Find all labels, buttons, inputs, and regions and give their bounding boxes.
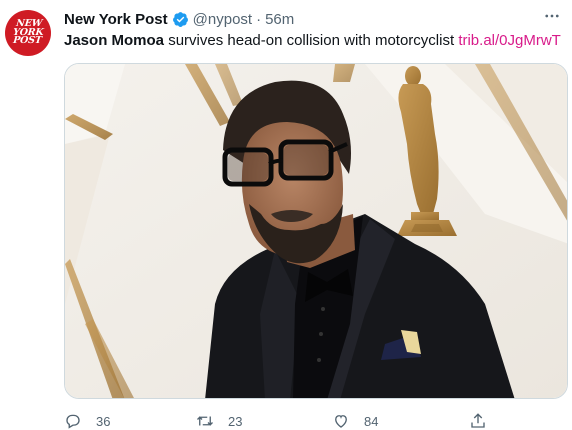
tweet-header: New York Post @nypost · 56m xyxy=(64,9,294,29)
like-button[interactable]: 84 xyxy=(332,412,378,430)
share-icon xyxy=(471,413,485,428)
reply-count: 36 xyxy=(96,413,111,429)
author-handle[interactable]: @nypost xyxy=(193,11,252,28)
portrait-photo xyxy=(65,64,567,398)
reply-icon xyxy=(66,414,80,429)
retweet-icon xyxy=(197,416,213,426)
share-button[interactable] xyxy=(469,412,487,430)
tweet-time[interactable]: 56m xyxy=(265,11,294,28)
retweet-count: 23 xyxy=(228,413,243,429)
more-icon[interactable] xyxy=(540,6,564,26)
tweet-image[interactable] xyxy=(64,63,568,399)
header-separator: · xyxy=(256,10,262,28)
tweet-text: Jason Momoa survives head-on collision w… xyxy=(64,31,561,51)
retweet-button[interactable]: 23 xyxy=(196,412,242,430)
author-name[interactable]: New York Post xyxy=(64,11,168,28)
tweet-body-text: survives head-on collision with motorcyc… xyxy=(164,32,459,49)
tweet-actions: 36 23 84 xyxy=(64,412,544,430)
tweet-link[interactable]: trib.al/0JgMrwT xyxy=(458,32,561,49)
reply-button[interactable]: 36 xyxy=(64,412,110,430)
avatar[interactable]: NEW YORK POST xyxy=(5,10,51,56)
verified-badge-icon xyxy=(172,11,189,28)
avatar-logo-text: NEW YORK POST xyxy=(12,18,44,47)
tweet-bold-text: Jason Momoa xyxy=(64,32,165,49)
like-icon xyxy=(335,415,347,428)
like-count: 84 xyxy=(364,413,379,429)
